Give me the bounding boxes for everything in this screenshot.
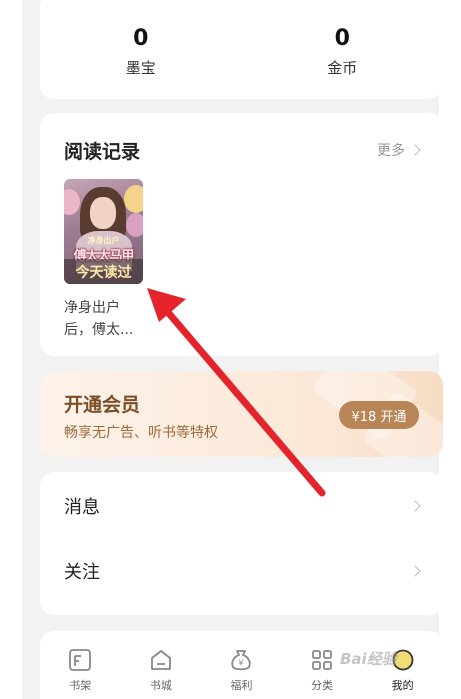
svg-text:¥: ¥ bbox=[239, 659, 244, 668]
book-title[interactable]: 净身出户后，傅太... bbox=[64, 297, 146, 341]
gold-coin-stat[interactable]: 0 金币 bbox=[242, 0, 444, 99]
read-today-label: 今天读过 bbox=[75, 264, 132, 281]
more-label: 更多 bbox=[377, 143, 405, 159]
tab-label: 书城 bbox=[149, 679, 172, 692]
chevron-right-icon bbox=[409, 565, 421, 577]
watermark: Bai经验 bbox=[340, 650, 397, 668]
read-today-banner: 今天读过 bbox=[64, 259, 143, 284]
home-icon bbox=[150, 650, 171, 670]
stat-label: 金币 bbox=[327, 58, 358, 77]
chevron-right-icon bbox=[409, 500, 421, 512]
tab-welfare[interactable]: ¥ 福利 bbox=[201, 631, 282, 699]
ink-treasure-stat[interactable]: 0 墨宝 bbox=[40, 0, 242, 99]
chevron-right-icon bbox=[409, 144, 421, 156]
stat-value: 0 bbox=[334, 25, 350, 51]
menu-card: 消息 关注 bbox=[40, 472, 443, 615]
bookshelf-icon bbox=[69, 649, 92, 671]
more-link[interactable]: 更多 bbox=[377, 140, 421, 160]
tab-label: 我的 bbox=[391, 679, 414, 692]
vip-subtitle: 畅享无广告、听书等特权 bbox=[64, 425, 218, 441]
stats-card: 0 墨宝 0 金币 bbox=[40, 0, 443, 99]
reading-history-card: 阅读记录 更多 净身出户 傅太太马甲 今天读过 净身出户后，傅太... bbox=[40, 113, 443, 356]
tab-label: 分类 bbox=[311, 679, 334, 692]
vip-open-button[interactable]: ¥18 开通 bbox=[339, 401, 419, 429]
tab-bookstore[interactable]: 书城 bbox=[121, 631, 202, 699]
stat-value: 0 bbox=[133, 25, 149, 51]
vip-title: 开通会员 bbox=[64, 394, 141, 416]
stat-label: 墨宝 bbox=[125, 58, 156, 77]
grid-icon bbox=[312, 650, 332, 670]
tab-bookshelf[interactable]: 书架 bbox=[40, 631, 121, 699]
following-label: 关注 bbox=[64, 562, 100, 583]
tab-label: 书架 bbox=[69, 679, 92, 692]
tab-label: 福利 bbox=[230, 679, 253, 692]
vip-card[interactable]: 开通会员 畅享无广告、听书等特权 ¥18 开通 bbox=[40, 371, 443, 457]
messages-row[interactable]: 消息 bbox=[40, 476, 443, 536]
messages-label: 消息 bbox=[64, 497, 100, 518]
reading-history-title: 阅读记录 bbox=[64, 141, 141, 163]
book-cover[interactable]: 净身出户 傅太太马甲 今天读过 bbox=[64, 179, 143, 284]
left-margin bbox=[0, 0, 22, 699]
following-row[interactable]: 关注 bbox=[40, 541, 443, 601]
money-bag-icon: ¥ bbox=[231, 650, 252, 671]
